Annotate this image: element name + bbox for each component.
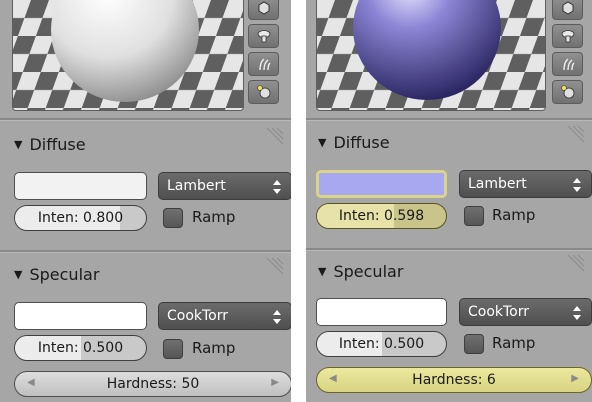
diffuse-intensity-slider[interactable]: Inten: 0.598 (316, 203, 447, 229)
preview-world-button[interactable] (552, 80, 583, 104)
sphere-world-icon (257, 85, 271, 99)
hair-icon (259, 58, 271, 71)
diffuse-intensity-slider[interactable]: Inten: 0.800 (14, 205, 147, 231)
hardness-label: Hardness: 6 (412, 372, 496, 388)
specular-intensity-slider[interactable]: Inten: 0.500 (316, 331, 447, 357)
specular-shader-dropdown[interactable]: CookTorr (158, 302, 291, 330)
panel-grip-icon[interactable] (566, 124, 586, 144)
sphere-world-icon (561, 85, 575, 99)
diffuse-ramp-label: Ramp (492, 206, 536, 224)
specular-color-swatch[interactable] (14, 302, 147, 330)
decrement-arrow-icon[interactable]: ◀ (329, 373, 337, 384)
collapse-triangle-icon: ▼ (318, 135, 327, 149)
specular-ramp-checkbox[interactable] (464, 334, 484, 354)
specular-shader-dropdown[interactable]: CookTorr (459, 298, 592, 326)
specular-intensity-label: Inten: 0.500 (338, 336, 425, 352)
dropdown-arrows-icon (573, 178, 581, 192)
preview-hair-button[interactable] (248, 52, 279, 76)
cube-icon (562, 1, 574, 15)
preview-cube-button[interactable] (248, 0, 279, 20)
dropdown-arrows-icon (273, 310, 281, 324)
diffuse-color-swatch[interactable] (316, 170, 447, 198)
separator (306, 118, 592, 121)
diffuse-intensity-label: Inten: 0.800 (37, 210, 124, 226)
increment-arrow-icon[interactable]: ▶ (571, 373, 579, 384)
cube-icon (258, 1, 270, 15)
specular-shader-label: CookTorr (468, 304, 530, 320)
panel-grip-icon[interactable] (566, 253, 586, 273)
specular-intensity-label: Inten: 0.500 (37, 340, 124, 356)
diffuse-shader-dropdown[interactable]: Lambert (158, 172, 291, 200)
diffuse-ramp-checkbox[interactable] (163, 208, 183, 228)
diffuse-color-swatch[interactable] (14, 172, 147, 200)
specular-ramp-label: Ramp (492, 334, 536, 352)
specular-intensity-slider[interactable]: Inten: 0.500 (14, 335, 147, 361)
diffuse-header[interactable]: ▼ Diffuse (318, 130, 390, 154)
dropdown-arrows-icon (273, 180, 281, 194)
diffuse-header[interactable]: ▼ Diffuse (14, 132, 86, 156)
separator (306, 248, 592, 251)
diffuse-intensity-label: Inten: 0.598 (338, 208, 425, 224)
monkey-icon (561, 30, 575, 43)
material-preview (12, 0, 244, 111)
hardness-slider[interactable]: ◀ Hardness: 50 ▶ (14, 371, 291, 397)
preview-cube-button[interactable] (552, 0, 583, 20)
diffuse-title: Diffuse (333, 132, 390, 152)
separator (0, 118, 291, 121)
material-panel-left: ▼ Diffuse Lambert Inten: 0.800 Ramp ▼ Sp… (0, 0, 291, 402)
diffuse-shader-label: Lambert (167, 178, 226, 194)
specular-ramp-checkbox[interactable] (163, 339, 183, 359)
diffuse-shader-dropdown[interactable]: Lambert (459, 170, 592, 198)
collapse-triangle-icon: ▼ (318, 264, 327, 278)
decrement-arrow-icon[interactable]: ◀ (27, 377, 35, 388)
image-divider (291, 0, 306, 402)
specular-header[interactable]: ▼ Specular (318, 259, 403, 283)
specular-header[interactable]: ▼ Specular (14, 262, 99, 286)
material-preview (316, 0, 546, 111)
hardness-label: Hardness: 50 (106, 376, 200, 392)
material-panel-right: ▼ Diffuse Lambert Inten: 0.598 Ramp ▼ Sp… (306, 0, 592, 402)
collapse-triangle-icon: ▼ (14, 267, 23, 281)
panel-grip-icon[interactable] (265, 126, 285, 146)
increment-arrow-icon[interactable]: ▶ (271, 377, 279, 388)
diffuse-shader-label: Lambert (468, 176, 527, 192)
dropdown-arrows-icon (573, 306, 581, 320)
preview-hair-button[interactable] (552, 52, 583, 76)
diffuse-ramp-label: Ramp (192, 208, 236, 226)
hardness-slider[interactable]: ◀ Hardness: 6 ▶ (316, 367, 592, 393)
diffuse-title: Diffuse (29, 134, 86, 154)
specular-ramp-label: Ramp (192, 339, 236, 357)
separator (0, 250, 291, 253)
specular-color-swatch[interactable] (316, 298, 447, 326)
preview-monkey-button[interactable] (248, 24, 279, 48)
collapse-triangle-icon: ▼ (14, 137, 23, 151)
preview-world-button[interactable] (248, 80, 279, 104)
panel-grip-icon[interactable] (265, 256, 285, 276)
specular-title: Specular (29, 264, 100, 284)
preview-monkey-button[interactable] (552, 24, 583, 48)
hair-icon (563, 58, 575, 71)
specular-shader-label: CookTorr (167, 308, 229, 324)
diffuse-ramp-checkbox[interactable] (464, 206, 484, 226)
specular-title: Specular (333, 261, 404, 281)
monkey-icon (257, 30, 271, 43)
